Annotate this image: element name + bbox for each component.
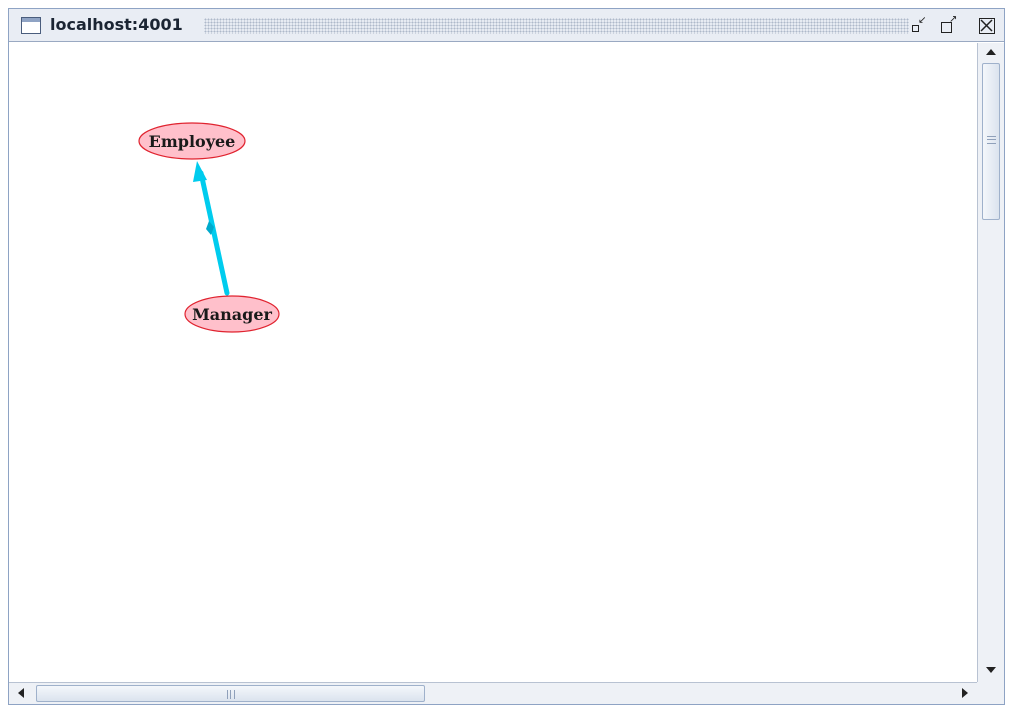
close-icon	[980, 19, 993, 32]
thumb-grip-icon	[987, 136, 996, 144]
edge-line	[198, 170, 230, 296]
node-label: Employee	[149, 132, 236, 151]
window-icon	[21, 17, 41, 34]
arrow-right-icon	[962, 688, 968, 698]
vertical-scrollbar[interactable]	[977, 43, 1004, 682]
graph-view: Employee Manager	[138, 122, 280, 333]
scroll-down-button[interactable]	[978, 660, 1004, 680]
edge-manager-employee[interactable]	[193, 161, 230, 296]
internal-frame-window: localhost:4001 ↙ ↗ Employee Manager	[8, 8, 1005, 705]
horizontal-scroll-thumb[interactable]	[36, 685, 425, 702]
graph-canvas[interactable]: Employee Manager	[9, 43, 977, 682]
horizontal-scrollbar[interactable]	[9, 682, 977, 704]
node-manager[interactable]: Manager	[184, 295, 280, 333]
node-label: Manager	[192, 305, 272, 324]
scroll-up-button[interactable]	[978, 43, 1004, 63]
arrow-up-icon	[986, 49, 996, 55]
minimize-button[interactable]: ↙	[912, 16, 926, 33]
vertical-scroll-thumb[interactable]	[982, 63, 1000, 220]
title-bar-drag-grip[interactable]	[204, 18, 909, 34]
minimize-icon	[912, 25, 919, 32]
node-employee[interactable]: Employee	[138, 122, 246, 160]
scrollbar-corner	[977, 682, 1004, 704]
edge-arrowhead-icon	[193, 161, 207, 182]
maximize-button[interactable]: ↗	[941, 15, 957, 33]
scroll-right-button[interactable]	[951, 683, 977, 703]
scroll-left-button[interactable]	[9, 683, 35, 703]
window-title: localhost:4001	[50, 15, 183, 34]
arrow-down-icon	[986, 667, 996, 673]
thumb-grip-icon	[227, 690, 235, 699]
arrow-left-icon	[18, 688, 24, 698]
title-bar[interactable]: localhost:4001 ↙ ↗	[9, 9, 1004, 42]
close-button[interactable]	[979, 18, 995, 34]
